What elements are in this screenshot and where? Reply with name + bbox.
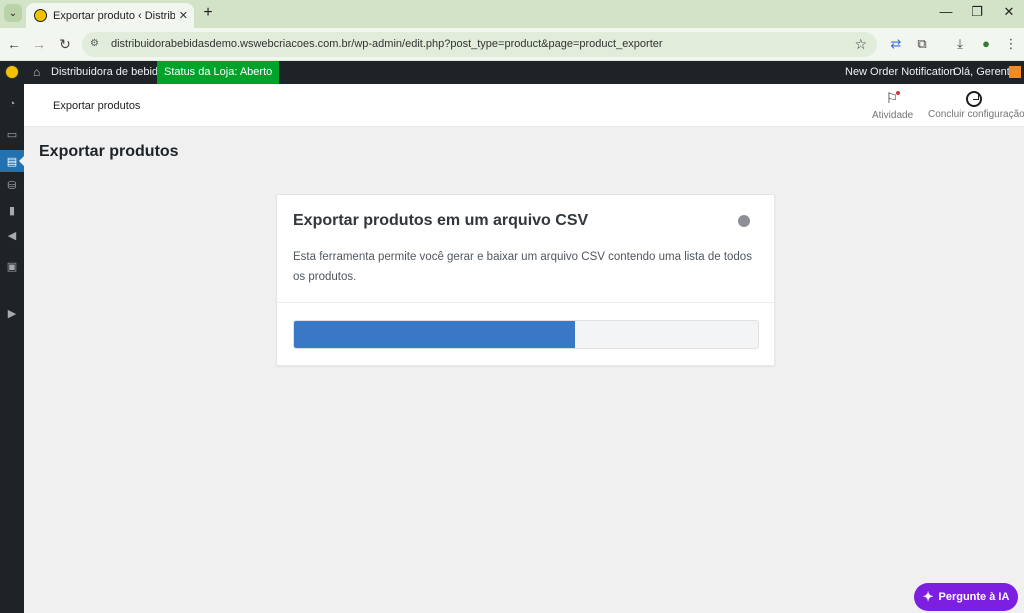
download-icon[interactable]: ⤓ — [951, 35, 969, 53]
browser-toolbar: ← → ↻ ⚙ distribuidorabebidasdemo.wswebcr… — [0, 28, 1024, 61]
browser-tab-bar: ⌄ Exportar produto ‹ Distribuidora ✕ + —… — [0, 0, 1024, 28]
profile-icon[interactable]: ● — [977, 35, 995, 53]
products-icon[interactable]: ▤ — [0, 150, 24, 172]
address-bar[interactable]: ⚙ distribuidorabebidasdemo.wswebcriacoes… — [82, 32, 877, 57]
tab-title: Exportar produto ‹ Distribuidora — [53, 9, 175, 22]
sparkle-icon: ✦ — [922, 589, 934, 604]
card-title: Exportar produtos em um arquivo CSV — [293, 212, 589, 229]
reload-icon[interactable]: ↻ — [56, 35, 74, 53]
browser-tab[interactable]: Exportar produto ‹ Distribuidora ✕ — [26, 3, 194, 28]
export-progress-bar — [293, 320, 759, 349]
notification-dot — [896, 91, 900, 95]
favicon-icon — [34, 9, 47, 22]
status-icon — [738, 215, 750, 227]
card-description: Esta ferramenta permite você gerar e bai… — [293, 251, 752, 283]
avatar[interactable] — [1009, 66, 1021, 78]
browser-menu-icon[interactable]: ⋮ — [1002, 35, 1020, 53]
tab-search-button[interactable]: ⌄ — [4, 4, 22, 22]
home-icon[interactable]: ⌂ — [33, 65, 40, 79]
page-title: Exportar produtos — [39, 143, 179, 160]
ask-ai-button[interactable]: ✦ Pergunte à IA — [914, 583, 1018, 611]
dashboard-icon[interactable]: ◔ — [0, 93, 24, 115]
forward-icon[interactable]: → — [30, 35, 48, 53]
divider — [277, 302, 774, 303]
setup-button[interactable]: Concluir configuração — [928, 90, 1024, 120]
header-title: Exportar produtos — [53, 100, 141, 112]
url-text: distribuidorabebidasdemo.wswebcriacoes.c… — [111, 38, 663, 50]
bookmark-star-icon[interactable]: ☆ — [854, 36, 867, 53]
activity-button[interactable]: ⚐ Atividade — [872, 90, 914, 121]
wc-page-header: Exportar produtos ⚐ Atividade Concluir c… — [24, 84, 1024, 127]
minimize-button[interactable]: — — [936, 4, 956, 19]
progress-fill — [294, 321, 575, 348]
ask-ai-label: Pergunte à IA — [938, 591, 1010, 603]
translate-icon[interactable]: ⇄ — [887, 35, 905, 53]
new-tab-button[interactable]: + — [199, 4, 217, 22]
store-status-badge[interactable]: Status da Loja: Aberto — [157, 61, 280, 84]
site-logo-icon[interactable] — [5, 65, 19, 79]
payments-icon[interactable]: ⛁ — [0, 174, 24, 196]
tab-close-icon[interactable]: ✕ — [179, 9, 188, 22]
woocommerce-icon[interactable]: ▭ — [0, 123, 24, 145]
close-window-button[interactable]: ✕ — [999, 4, 1019, 20]
restore-button[interactable]: ❐ — [967, 4, 987, 20]
admin-sidebar: ◔ ▭ ▤ ⛁ ▮ ◀ ▣ ▶ — [0, 84, 24, 613]
marketing-icon[interactable]: ◀ — [0, 224, 24, 246]
analytics-icon[interactable]: ▮ — [0, 199, 24, 221]
user-greeting[interactable]: Olá, Gerente — [953, 66, 1016, 78]
export-card: Exportar produtos em um arquivo CSV Esta… — [276, 194, 775, 366]
order-notification-link[interactable]: New Order Notification — [845, 66, 956, 78]
extensions-icon[interactable]: ⧉ — [913, 35, 931, 53]
collapse-icon[interactable]: ▶ — [0, 302, 24, 324]
activity-label: Atividade — [872, 110, 914, 121]
appearance-icon[interactable]: ▣ — [0, 255, 24, 277]
site-info-icon[interactable]: ⚙ — [90, 38, 102, 50]
progress-clock-icon — [966, 91, 982, 107]
site-name-link[interactable]: Distribuidora de bebidas — [51, 66, 170, 78]
setup-label: Concluir configuração — [928, 109, 1024, 120]
chevron-down-icon: ⌄ — [8, 7, 18, 19]
back-icon[interactable]: ← — [5, 35, 23, 53]
flag-icon: ⚐ — [885, 90, 900, 106]
wp-admin-bar: ⌂ Distribuidora de bebidas Status da Loj… — [0, 61, 1024, 84]
